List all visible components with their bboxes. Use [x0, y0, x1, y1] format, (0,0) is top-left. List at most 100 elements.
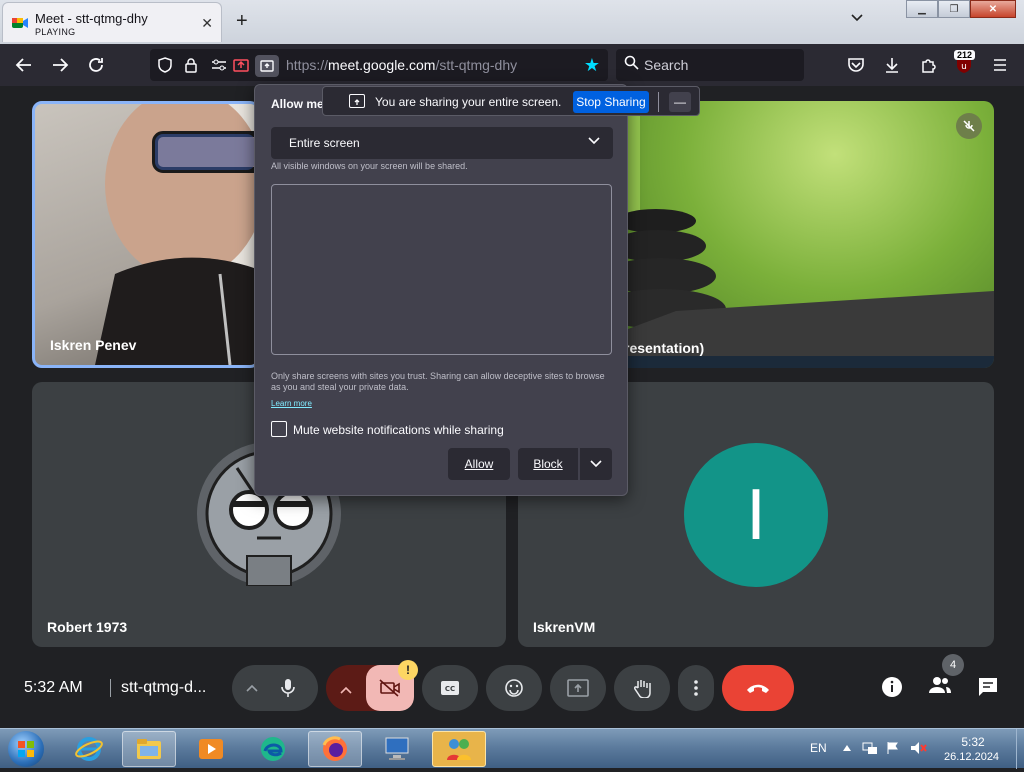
- network-icon[interactable]: [862, 741, 878, 758]
- taskbar-edge[interactable]: [246, 731, 300, 767]
- list-all-tabs-button[interactable]: [850, 12, 864, 26]
- presentation-video: [596, 101, 994, 368]
- taskbar-media-player[interactable]: [184, 731, 238, 767]
- meet-favicon-icon: [12, 18, 28, 28]
- microphone-icon: [281, 679, 295, 697]
- tray-clock-time[interactable]: 5:32: [958, 735, 988, 749]
- participant-video: [95, 104, 257, 365]
- closed-captions-icon: CC: [441, 681, 459, 695]
- audio-options-button[interactable]: [246, 681, 258, 695]
- extensions-button[interactable]: [916, 53, 940, 77]
- downloads-button[interactable]: [880, 53, 904, 77]
- screen-share-icon: [260, 60, 274, 72]
- windows-logo-icon: [18, 741, 34, 757]
- taskbar-file-explorer[interactable]: [122, 731, 176, 767]
- sharing-notification-bar: You are sharing your entire screen. Stop…: [322, 86, 700, 116]
- mute-notifications-checkbox[interactable]: [271, 421, 287, 437]
- tab-meet[interactable]: Meet - stt-qtmg-dhy PLAYING ✕: [2, 2, 222, 42]
- shared-screen-taskbar: [624, 356, 994, 368]
- screen-select-value: Entire screen: [289, 136, 360, 150]
- muted-mic-icon: [956, 113, 982, 139]
- people-icon: [929, 677, 951, 693]
- screen-preview: [271, 184, 612, 355]
- camera-warning-badge: !: [398, 660, 418, 680]
- participant-tile-iskren[interactable]: Iskren Penev: [32, 101, 260, 368]
- taskbar-people-app[interactable]: [432, 731, 486, 767]
- video-options-button[interactable]: [340, 678, 352, 699]
- block-options-button[interactable]: [580, 448, 612, 480]
- hand-icon: [634, 680, 651, 698]
- reload-button[interactable]: [84, 53, 108, 77]
- windows-taskbar: EN 5:32 26.12.2024: [0, 728, 1024, 769]
- screen-select-dropdown[interactable]: Entire screen: [271, 127, 613, 159]
- chevron-down-icon: [851, 14, 863, 22]
- minimize-notification-button[interactable]: —: [669, 92, 691, 112]
- puzzle-icon: [921, 58, 936, 73]
- browser-tab-bar: Meet - stt-qtmg-dhy PLAYING ✕ + ▁ ❐ ✕: [0, 0, 1024, 44]
- meeting-details-button[interactable]: [881, 676, 903, 704]
- permissions-icon[interactable]: [210, 56, 228, 74]
- action-center-flag-icon[interactable]: [886, 741, 900, 758]
- meet-control-bar: 5:32 AM stt-qtmg-d... ! CC 4: [0, 654, 1024, 728]
- participant-tile-presentation[interactable]: resentation): [596, 101, 994, 368]
- start-button[interactable]: [8, 731, 44, 767]
- screen-share-button[interactable]: [255, 55, 279, 77]
- learn-more-link[interactable]: Learn more: [271, 399, 312, 408]
- participant-name: Robert 1973: [47, 619, 128, 635]
- screen-share-permission-dialog: Allow mee Entire screen All visible wind…: [254, 84, 628, 496]
- forward-button[interactable]: [48, 53, 72, 77]
- shield-icon[interactable]: [156, 56, 174, 74]
- bookmark-star-icon[interactable]: ★: [584, 55, 600, 76]
- tray-clock-date[interactable]: 26.12.2024: [944, 751, 999, 763]
- back-button[interactable]: [12, 53, 36, 77]
- browser-nav-bar: https://meet.google.com/stt-qtmg-dhy ★ u…: [0, 44, 1024, 86]
- volume-muted-icon[interactable]: [910, 741, 928, 758]
- show-desktop-button[interactable]: [1016, 729, 1024, 769]
- leave-call-button[interactable]: [722, 665, 794, 711]
- raise-hand-button[interactable]: [614, 665, 670, 711]
- people-app-icon: [447, 739, 471, 760]
- url-bar[interactable]: https://meet.google.com/stt-qtmg-dhy ★: [150, 49, 608, 81]
- screen-share-active-icon[interactable]: [232, 56, 250, 74]
- app-menu-button[interactable]: [988, 53, 1012, 77]
- mute-notifications-label[interactable]: Mute website notifications while sharing: [293, 423, 504, 437]
- allow-button[interactable]: Allow: [448, 448, 510, 480]
- reactions-button[interactable]: [486, 665, 542, 711]
- taskbar-firefox[interactable]: [308, 731, 362, 767]
- microphone-button[interactable]: [270, 670, 306, 706]
- lock-icon[interactable]: [182, 56, 200, 74]
- taskbar-internet-explorer[interactable]: [62, 731, 116, 767]
- captions-button[interactable]: CC: [422, 665, 478, 711]
- search-input[interactable]: [644, 55, 794, 75]
- stop-sharing-button[interactable]: Stop Sharing: [573, 91, 649, 113]
- new-tab-button[interactable]: +: [236, 10, 248, 33]
- pocket-icon: [848, 58, 864, 72]
- meeting-time: 5:32 AM: [24, 679, 83, 696]
- divider: [658, 92, 659, 112]
- search-bar[interactable]: [616, 49, 804, 81]
- participant-name: IskrenVM: [533, 619, 596, 635]
- url-text[interactable]: https://meet.google.com/stt-qtmg-dhy: [286, 57, 517, 73]
- tab-close-icon[interactable]: ✕: [201, 15, 213, 32]
- url-host: meet.google.com: [328, 57, 436, 73]
- pocket-button[interactable]: [844, 53, 868, 77]
- show-hidden-icons-button[interactable]: [842, 741, 852, 755]
- meeting-code[interactable]: stt-qtmg-d...: [110, 679, 206, 697]
- avatar: I: [684, 443, 828, 587]
- people-button[interactable]: [928, 676, 952, 700]
- close-window-button[interactable]: ✕: [970, 0, 1016, 18]
- chevron-up-icon: [246, 684, 258, 692]
- present-screen-button[interactable]: [550, 665, 606, 711]
- chat-button[interactable]: [977, 676, 999, 704]
- tab-playing-status: PLAYING: [35, 27, 76, 37]
- url-scheme: https://: [286, 57, 329, 73]
- taskbar-remote-desktop[interactable]: [370, 731, 424, 767]
- computer-icon: [385, 737, 409, 760]
- end-call-icon: [747, 684, 769, 693]
- minimize-window-button[interactable]: ▁: [906, 0, 938, 18]
- block-button[interactable]: Block: [518, 448, 578, 480]
- chevron-down-icon: [590, 460, 602, 468]
- more-options-button[interactable]: [678, 665, 714, 711]
- restore-window-button[interactable]: ❐: [938, 0, 970, 18]
- tray-language[interactable]: EN: [810, 741, 827, 755]
